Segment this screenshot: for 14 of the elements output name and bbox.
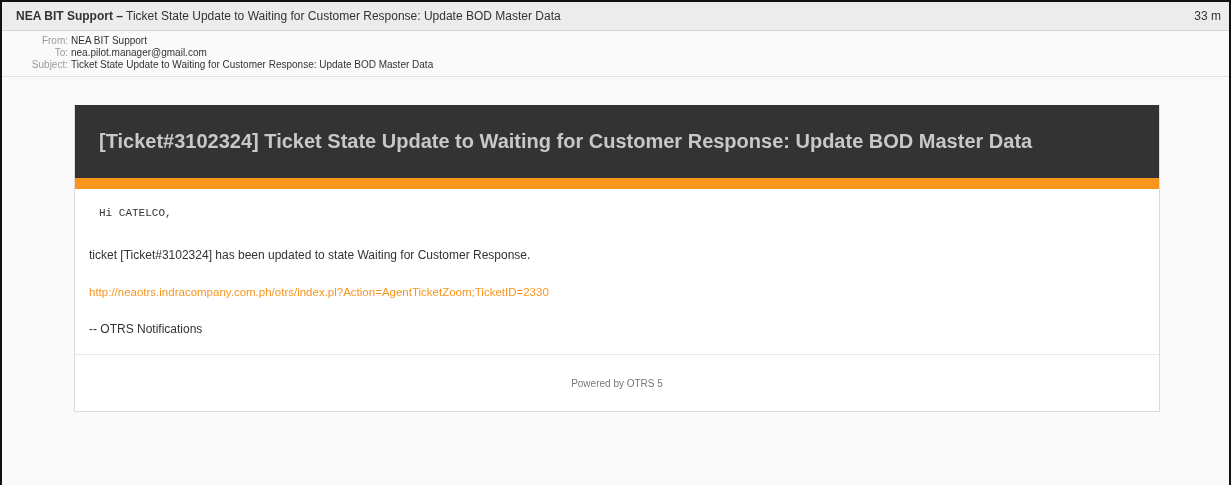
banner-title: [Ticket#3102324] Ticket State Update to Waiting for Customer Response: Update BOD Master Data (75, 105, 1159, 189)
header-value: nea.pilot.manager@gmail.com (70, 47, 208, 58)
header-value: NEA BIT Support (70, 35, 148, 46)
header-value: Ticket State Update to Waiting for Customer Response: Update BOD Master Data (70, 59, 435, 70)
signature: -- OTRS Notifications (89, 322, 204, 336)
message-subject-line: NEA BIT Support – Ticket State Update to Waiting for Customer Response: Update BOD Master Data (16, 9, 561, 23)
body-text: ticket [Ticket#3102324] has been updated to state Waiting for Customer Response. (89, 248, 532, 262)
header-label: Subject: (30, 59, 68, 70)
header-label: To: (53, 47, 68, 58)
footer-text: Powered by OTRS 5 (571, 377, 663, 389)
message-age: 33 m (1194, 9, 1221, 23)
greeting: Hi CATELCO, (99, 207, 173, 219)
ticket-link[interactable]: http://neaotrs.indracompany.com.ph/otrs/index.pl?Action=AgentTicketZoom;TicketID=2330 (89, 286, 1145, 298)
header-label: From: (40, 35, 68, 46)
